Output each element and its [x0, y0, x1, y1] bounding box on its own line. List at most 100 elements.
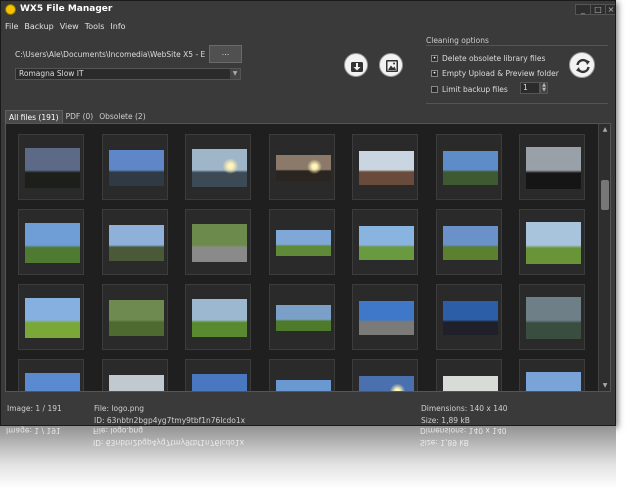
thumbnail-cell[interactable] — [519, 134, 585, 200]
menu-view[interactable]: View — [60, 22, 79, 34]
thumbnail-image — [442, 301, 498, 335]
option-delete-obsolete[interactable]: • Delete obsolete library files — [431, 53, 545, 63]
status-size: Size: 1,89 kB — [421, 416, 470, 425]
project-select-value: Romagna Slow IT — [19, 69, 84, 78]
thumbnail-cell[interactable] — [101, 284, 168, 350]
project-select[interactable]: Romagna Slow IT ▼ — [15, 68, 241, 80]
option-label: Limit backup files — [442, 84, 508, 94]
status-file-id: ID: 63nbtn2bgp4yg7tmy9tbf1n76lcdo1x — [94, 416, 246, 425]
checkbox-checked[interactable]: • — [431, 54, 438, 62]
thumbnail-cell[interactable] — [18, 359, 84, 391]
project-path-field[interactable]: C:\Users\Ale\Documents\Incomedia\WebSite… — [15, 50, 205, 59]
vertical-scrollbar[interactable]: ▲ ▼ — [598, 124, 610, 391]
thumbnail-image — [359, 376, 414, 391]
thumbnail-image — [275, 305, 331, 331]
thumbnail-cell[interactable] — [352, 284, 418, 350]
thumbnail-image — [526, 372, 581, 391]
limit-stepper[interactable]: ▲ ▼ — [540, 82, 548, 94]
thumbnail-cell[interactable] — [352, 209, 418, 275]
checkbox-checked[interactable]: • — [431, 69, 438, 77]
thumbnail-cell[interactable] — [435, 359, 502, 391]
status-bar: Image: 1 / 191 File: logo.png ID: 63nbtn… — [1, 394, 615, 425]
thumbnail-cell[interactable] — [268, 284, 335, 350]
divider — [426, 103, 608, 104]
thumbnail-image — [192, 149, 247, 187]
thumbnail-gallery: ▲ ▼ — [5, 123, 611, 392]
thumbnail-cell[interactable] — [185, 284, 251, 350]
option-empty-upload[interactable]: • Empty Upload & Preview folder — [431, 68, 559, 78]
thumbnail-image — [275, 380, 331, 391]
divider — [426, 45, 608, 46]
title-bar[interactable]: WX5 File Manager _ □ × — [1, 1, 615, 19]
thumbnail-cell[interactable] — [185, 359, 251, 391]
thumbnail-image — [108, 300, 164, 336]
status-file-name: File: logo.png — [94, 404, 145, 413]
thumbnail-cell[interactable] — [435, 134, 502, 200]
thumbnail-cell[interactable] — [185, 134, 251, 200]
thumbnail-image — [359, 226, 414, 260]
limit-backup-input[interactable]: 1 — [520, 82, 540, 94]
thumbnail-image — [442, 376, 498, 391]
thumbnail-image — [108, 225, 164, 261]
tab-pdf[interactable]: PDF (0) — [63, 110, 97, 123]
thumbnail-cell[interactable] — [519, 359, 585, 391]
thumbnail-image — [192, 224, 247, 262]
thumbnail-cell[interactable] — [101, 134, 168, 200]
thumbnail-cell[interactable] — [519, 284, 585, 350]
thumbnail-image — [442, 226, 498, 260]
scroll-down-icon[interactable]: ▼ — [600, 381, 610, 390]
thumbnail-cell[interactable] — [18, 284, 84, 350]
chevron-down-icon[interactable]: ▼ — [230, 69, 240, 79]
app-logo-icon — [5, 4, 16, 15]
thumbnail-cell[interactable] — [352, 134, 418, 200]
thumbnail-cell[interactable] — [18, 209, 84, 275]
thumbnail-cell[interactable] — [268, 209, 335, 275]
thumbnail-image — [25, 298, 80, 338]
thumbnail-cell[interactable] — [435, 209, 502, 275]
thumbnail-cell[interactable] — [101, 209, 168, 275]
tab-all-files[interactable]: All files (191) — [5, 110, 63, 123]
status-image-index: Image: 1 / 191 — [7, 404, 62, 413]
thumbnail-image — [25, 373, 80, 391]
thumbnail-cell[interactable] — [268, 359, 335, 391]
cleaning-options-title: Cleaning options — [426, 36, 489, 45]
option-label: Empty Upload & Preview folder — [442, 68, 559, 78]
option-limit-backup[interactable]: Limit backup files — [431, 84, 508, 94]
tab-obsolete[interactable]: Obsolete (2) — [96, 110, 148, 123]
menu-info[interactable]: Info — [110, 22, 125, 34]
image-button[interactable] — [379, 53, 403, 77]
maximize-button[interactable]: □ — [590, 4, 606, 15]
thumbnail-image — [359, 301, 414, 335]
thumbnail-cell[interactable] — [352, 359, 418, 391]
status-dimensions: Dimensions: 140 x 140 — [421, 404, 508, 413]
browse-button[interactable]: ... — [209, 45, 242, 63]
menu-bar: File Backup View Tools Info — [5, 22, 126, 34]
thumbnail-cell[interactable] — [18, 134, 84, 200]
thumbnail-cell[interactable] — [435, 284, 502, 350]
download-icon — [351, 62, 363, 72]
image-icon — [386, 60, 398, 72]
thumbnail-grid — [6, 124, 598, 391]
menu-tools[interactable]: Tools — [85, 22, 105, 34]
checkbox-unchecked[interactable] — [431, 85, 438, 93]
reflection-fade — [0, 426, 616, 489]
thumbnail-cell[interactable] — [519, 209, 585, 275]
close-button[interactable]: × — [605, 4, 615, 15]
refresh-icon — [576, 58, 590, 74]
refresh-button[interactable] — [569, 52, 595, 78]
scroll-up-icon[interactable]: ▲ — [600, 125, 610, 134]
option-label: Delete obsolete library files — [442, 53, 546, 63]
thumbnail-cell[interactable] — [268, 134, 335, 200]
thumbnail-image — [526, 297, 581, 339]
minimize-button[interactable]: _ — [575, 4, 591, 15]
scroll-thumb[interactable] — [601, 180, 609, 210]
menu-file[interactable]: File — [5, 22, 18, 34]
thumbnail-cell[interactable] — [185, 209, 251, 275]
window-reflection: Image: 1 / 191 File: logo.png ID: 63nbtn… — [0, 426, 616, 489]
thumbnail-cell[interactable] — [101, 359, 168, 391]
download-button[interactable] — [344, 53, 368, 77]
menu-backup[interactable]: Backup — [24, 22, 53, 34]
thumbnail-image — [359, 151, 414, 185]
thumbnail-image — [192, 374, 247, 391]
thumbnail-image — [442, 151, 498, 185]
